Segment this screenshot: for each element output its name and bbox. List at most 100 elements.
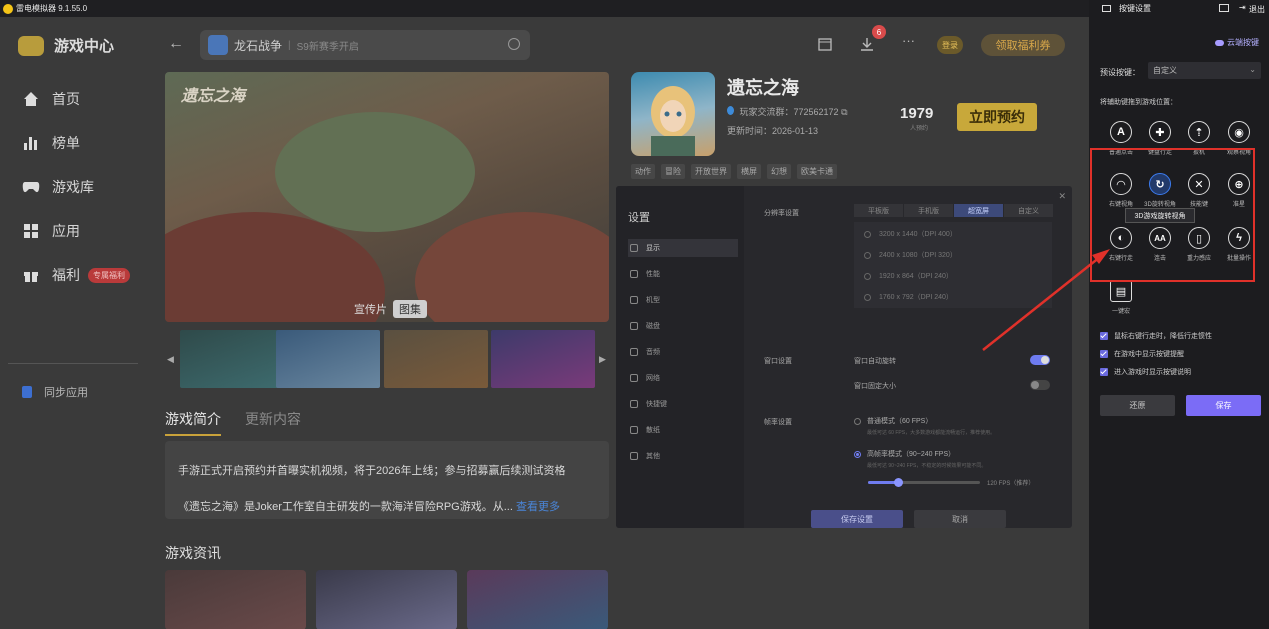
close-icon[interactable]: ✕	[1058, 191, 1066, 202]
radio-selected[interactable]	[854, 450, 861, 458]
news-card[interactable]	[467, 570, 608, 629]
save-button[interactable]: 保存	[1186, 395, 1261, 416]
tab-video[interactable]: 宣传片	[348, 300, 393, 318]
resolution-option[interactable]: 3200 x 1440（DPI 400）	[864, 229, 957, 239]
view-more-link[interactable]: 查看更多	[516, 501, 560, 513]
tag[interactable]: 动作	[631, 164, 655, 179]
radio[interactable]	[864, 293, 871, 301]
settings-menu-disk[interactable]: 磁盘	[628, 317, 738, 335]
resolution-option[interactable]: 2400 x 1080（DPI 320）	[864, 250, 957, 260]
more-icon[interactable]: ···	[902, 33, 915, 48]
menu-label: 散纸	[646, 427, 660, 434]
fps-high-option[interactable]: 高帧率模式（90~240 FPS）	[854, 449, 955, 459]
segment-custom[interactable]: 自定义	[1004, 204, 1053, 217]
radio[interactable]	[854, 417, 861, 425]
segment-tablet[interactable]: 平板版	[854, 204, 903, 217]
tag[interactable]: 幻想	[767, 164, 791, 179]
cloud-keys-button[interactable]: 云端按键	[1215, 37, 1259, 48]
calendar-icon[interactable]	[818, 37, 832, 54]
sidebar-item-label: 首页	[52, 91, 80, 107]
tab-gallery[interactable]: 图集	[393, 300, 427, 318]
thumbnail[interactable]	[384, 330, 488, 388]
settings-menu-display[interactable]: 显示	[628, 239, 738, 257]
resolution-option[interactable]: 1760 x 792（DPI 240）	[864, 292, 953, 302]
cancel-button[interactable]: 取消	[914, 510, 1006, 528]
radio[interactable]	[864, 230, 871, 238]
menu-label: 网络	[646, 375, 660, 382]
fps-normal-option[interactable]: 普通模式（60 FPS）	[854, 416, 932, 426]
tab-intro[interactable]: 游戏简介	[165, 409, 221, 436]
save-settings-button[interactable]: 保存设置	[811, 510, 903, 528]
tag[interactable]: 欧美卡通	[797, 164, 837, 179]
settings-menu-network[interactable]: 网络	[628, 369, 738, 387]
copy-icon[interactable]: ⧉	[841, 107, 847, 117]
folder-icon[interactable]	[1219, 4, 1229, 12]
download-icon[interactable]	[860, 37, 874, 54]
search-input[interactable]: 龙石战争 | S9新赛季开启	[200, 30, 530, 60]
login-button[interactable]: 登录	[937, 36, 963, 54]
hero-banner[interactable]: 遗忘之海 宣传片 图集	[165, 72, 609, 322]
checkbox-checked[interactable]	[1100, 368, 1108, 376]
resolution-label: 分辨率设置	[764, 210, 799, 217]
gamepad-logo-icon	[18, 35, 44, 56]
tag[interactable]: 横屏	[737, 164, 761, 179]
resolution-option[interactable]: 1920 x 864（DPI 240）	[864, 271, 953, 281]
settings-menu-shortcut[interactable]: 快捷键	[628, 395, 738, 413]
auto-rotate-label: 窗口自动旋转	[854, 358, 896, 365]
sidebar: 游戏中心 首页 榜单 游戏库 应用 福利 专属福利 同步应用	[0, 17, 146, 629]
option-reduce-inertia[interactable]: 鼠标右键行走时，降低行走惯性	[1100, 331, 1212, 341]
game-description: 手游正式开启预约并首曝实机视频，将于2026年上线；参与招募赢后续测试资格 《遗…	[165, 441, 609, 519]
settings-menu-theme[interactable]: 散纸	[628, 421, 738, 439]
thumbnail[interactable]	[276, 330, 380, 388]
segment-phone[interactable]: 手机版	[904, 204, 953, 217]
search-icon[interactable]	[508, 38, 520, 50]
sidebar-item-home[interactable]: 首页	[22, 89, 80, 109]
auto-rotate-toggle[interactable]	[1030, 355, 1050, 365]
fps-slider[interactable]	[868, 478, 980, 487]
phone-icon	[630, 296, 638, 304]
sidebar-item-welfare[interactable]: 福利 专属福利	[22, 265, 130, 285]
sidebar-item-label: 游戏库	[52, 179, 94, 195]
thumbnail[interactable]	[491, 330, 595, 388]
news-card[interactable]	[316, 570, 457, 629]
exit-label[interactable]: 退出	[1249, 4, 1265, 15]
sidebar-item-apps[interactable]: 应用	[22, 221, 80, 241]
toggle-knob	[1031, 381, 1039, 389]
eye-icon: ◉	[1228, 121, 1250, 143]
fixed-size-toggle[interactable]	[1030, 380, 1050, 390]
option-show-key-guide[interactable]: 进入游戏时显示按键说明	[1100, 367, 1191, 377]
next-arrow-icon[interactable]: ▶	[599, 354, 606, 365]
thumbnail[interactable]	[180, 330, 284, 388]
exit-icon[interactable]: ⇥	[1239, 3, 1246, 12]
settings-menu-performance[interactable]: 性能	[628, 265, 738, 283]
sidebar-item-ranking[interactable]: 榜单	[22, 133, 80, 153]
back-arrow-icon[interactable]: ←	[168, 35, 184, 53]
key-macro[interactable]: ▤ 一键宏	[1101, 280, 1141, 322]
news-card[interactable]	[165, 570, 306, 629]
sync-icon	[22, 386, 32, 398]
tag[interactable]: 开放世界	[691, 164, 731, 179]
tab-update[interactable]: 更新内容	[245, 409, 301, 436]
sidebar-item-library[interactable]: 游戏库	[22, 177, 94, 197]
radio[interactable]	[864, 251, 871, 259]
sync-apps-button[interactable]: 同步应用	[22, 384, 88, 400]
settings-menu-audio[interactable]: 音频	[628, 343, 738, 361]
radio[interactable]	[864, 272, 871, 280]
checkbox-checked[interactable]	[1100, 332, 1108, 340]
slider-knob[interactable]	[894, 478, 903, 487]
claim-coupon-button[interactable]: 领取福利券	[981, 34, 1065, 56]
settings-dialog: 设置 显示 性能 机型 磁盘 音频 网络 快捷键 散纸 其他 ✕ 分辨率设置 平…	[616, 186, 1072, 528]
preset-select[interactable]: 自定义 ⌄	[1148, 62, 1261, 79]
settings-menu-other[interactable]: 其他	[628, 447, 738, 465]
tag[interactable]: 冒险	[661, 164, 685, 179]
settings-menu-model[interactable]: 机型	[628, 291, 738, 309]
gamepad-icon	[22, 178, 40, 196]
segment-ultrawide[interactable]: 超宽屏	[954, 204, 1003, 217]
prev-arrow-icon[interactable]: ◀	[167, 354, 174, 365]
window-title: 雷电模拟器 9.1.55.0	[16, 4, 88, 13]
option-show-key-hint[interactable]: 在游戏中显示按键提醒	[1100, 349, 1184, 359]
restore-button[interactable]: 还原	[1100, 395, 1175, 416]
reserve-button[interactable]: 立即预约	[957, 103, 1037, 131]
key-panel-title: 按键设置	[1119, 4, 1151, 13]
checkbox-checked[interactable]	[1100, 350, 1108, 358]
